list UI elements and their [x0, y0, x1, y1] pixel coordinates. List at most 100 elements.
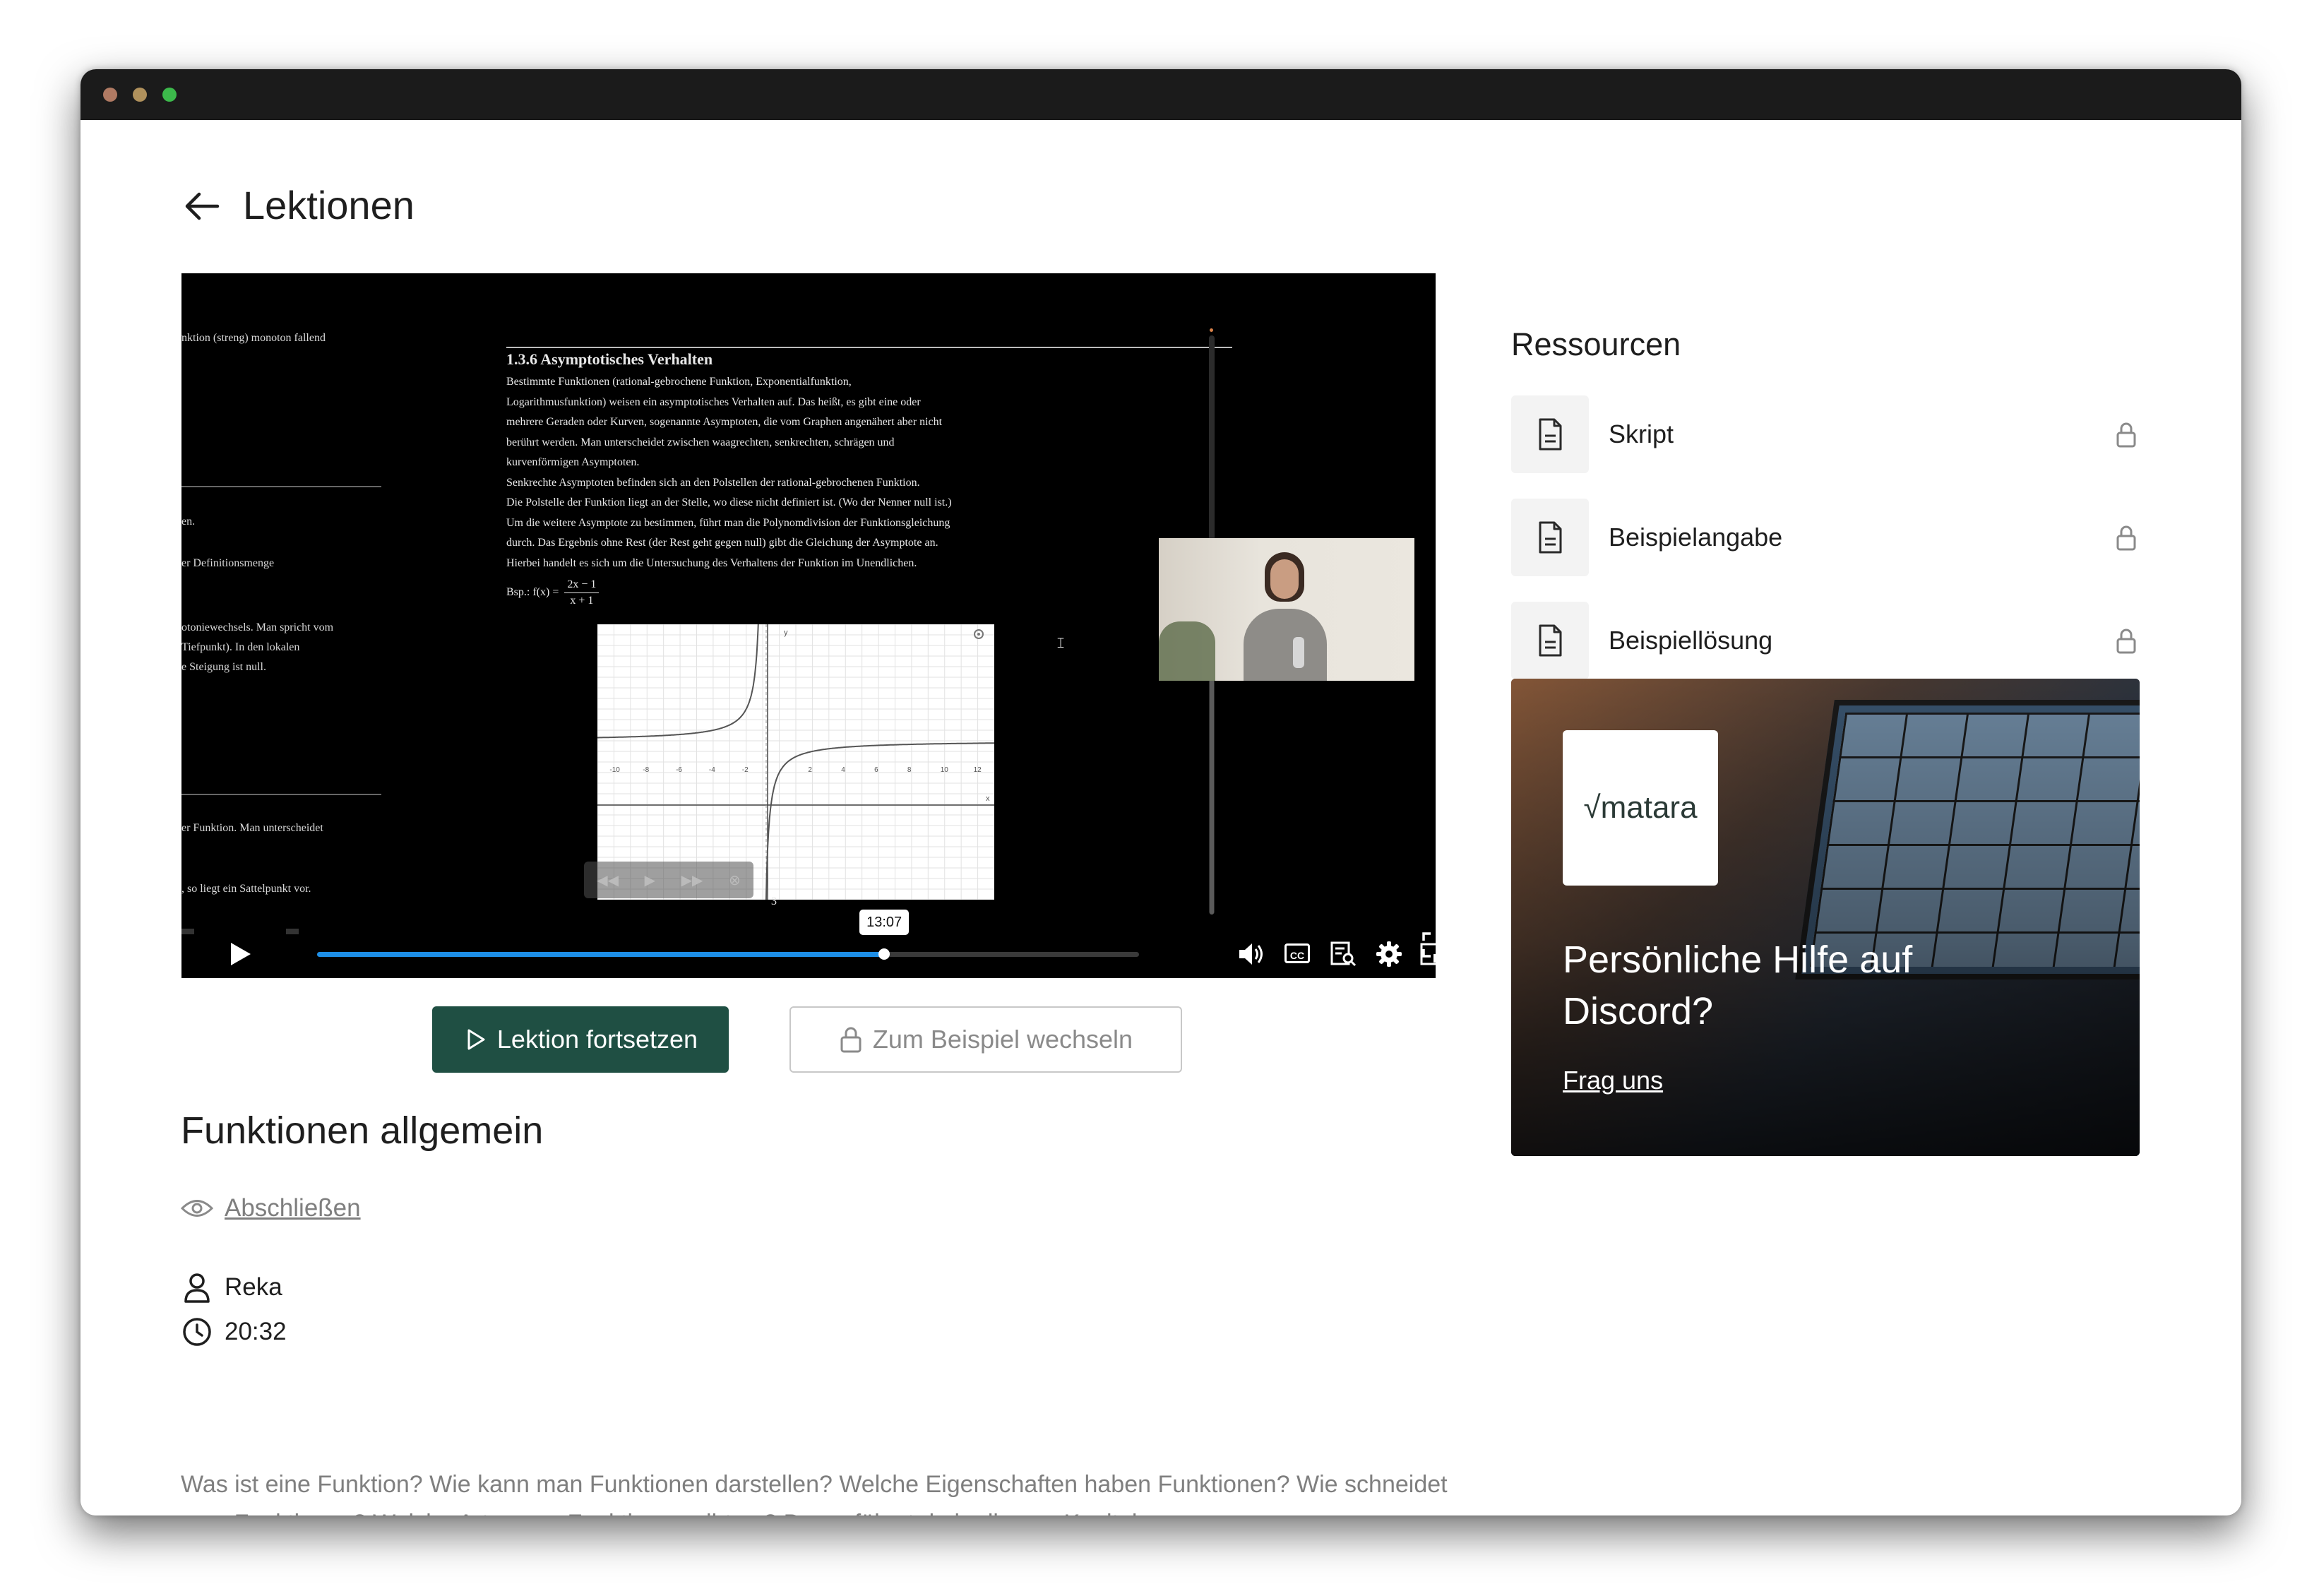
graph-tick-label: 2: [808, 766, 812, 774]
page-content: Lektionen nktion (streng) monoton fallen…: [81, 120, 2241, 1515]
lock-icon: [2116, 629, 2136, 654]
graph-tick-label: -4: [709, 766, 715, 774]
slide-fragment: , so liegt ein Sattelpunkt vor.: [181, 883, 311, 895]
slide-line: durch. Das Ergebnis ohne Rest (der Rest …: [506, 537, 938, 549]
slide-body: Bestimmte Funktionen (rational-gebrochen…: [506, 372, 952, 573]
fullscreen-icon[interactable]: [1421, 931, 1449, 959]
maximize-window-dot[interactable]: [162, 88, 177, 102]
graph-tick-label: 6: [874, 766, 878, 774]
ask-us-link[interactable]: Frag uns: [1563, 1066, 1663, 1095]
matara-logo: √matara: [1563, 730, 1718, 886]
progress-fill: [317, 952, 885, 957]
slide-fragment: en.: [181, 516, 196, 528]
slide-line: berührt werden. Man unterscheidet zwisch…: [506, 436, 895, 448]
continue-lesson-button[interactable]: Lektion fortsetzen: [432, 1006, 729, 1073]
example-fraction: 2x − 1 x + 1: [564, 577, 600, 609]
slide-line: mehrere Geraden oder Kurven, sogenannte …: [506, 416, 943, 428]
slide-line: Bestimmte Funktionen (rational-gebrochen…: [506, 376, 852, 388]
graph-tick-label: -6: [676, 766, 682, 774]
graph-tick-label: 4: [841, 766, 845, 774]
graph-tick-below: 3: [771, 895, 777, 907]
person-face: [1270, 559, 1299, 599]
slide-fragment: Tiefpunkt). In den lokalen: [181, 641, 300, 653]
continue-lesson-label: Lektion fortsetzen: [496, 1025, 698, 1054]
progress-thumb[interactable]: [878, 948, 890, 960]
page-title: Lektionen: [243, 183, 415, 227]
slide-heading: 1.3.6 Asymptotisches Verhalten: [506, 350, 713, 368]
complete-lesson-link[interactable]: Abschließen: [181, 1194, 361, 1222]
discord-promo-card[interactable]: √matara Persönliche Hilfe auf Discord? F…: [1511, 679, 2140, 1156]
document-icon: [1511, 499, 1589, 576]
slide-line: Logarithmusfunktion) weisen ein asymptot…: [506, 395, 921, 408]
window-titlebar: [81, 69, 2241, 120]
lesson-duration: 20:32: [181, 1316, 287, 1347]
minimize-window-dot[interactable]: [133, 88, 147, 102]
resource-item-skript[interactable]: Skript: [1511, 395, 2141, 473]
microphone: [1293, 637, 1304, 668]
slide-fragment: otoniewechsels. Man spricht vom: [181, 621, 334, 633]
promo-title: Persönliche Hilfe auf Discord?: [1563, 939, 1913, 1032]
clock-icon: [183, 1318, 211, 1346]
person-body: [1244, 609, 1327, 681]
document-icon: [1511, 602, 1589, 679]
slide-fragment: er Funktion. Man unterscheidet: [181, 822, 323, 834]
gear-icon[interactable]: [1375, 940, 1403, 968]
lesson-author: Reka: [181, 1272, 282, 1303]
graph-tick-label: 12: [974, 766, 982, 774]
lock-icon: [2116, 525, 2136, 551]
resources-heading: Ressourcen: [1511, 326, 1681, 362]
resource-label: Beispielangabe: [1609, 523, 1783, 552]
play-outline-icon: [467, 1029, 485, 1050]
graph-tick-label: 8: [907, 766, 912, 774]
lesson-description: Was ist eine Funktion? Wie kann man Funk…: [181, 1471, 1448, 1515]
graph-tick-label: -2: [742, 766, 749, 774]
graph-tick-label: -8: [643, 766, 649, 774]
switch-to-example-button[interactable]: Zum Beispiel wechseln: [789, 1006, 1182, 1073]
fast-forward-icon: ▶▶: [681, 872, 703, 888]
graph-axis-x-label: x: [986, 794, 990, 803]
rewind-icon: ◀◀: [597, 872, 619, 888]
slide-divider: [181, 794, 381, 795]
time-tooltip: 13:07: [859, 910, 910, 935]
function-graph: -10 -8 -6 -4 -2 2 4 6 8 10 12 y x: [597, 624, 994, 900]
slide-fragment: er Definitionsmenge: [181, 557, 275, 569]
plant: [1159, 621, 1215, 681]
resource-label: Beispiellösung: [1609, 626, 1773, 655]
webcam-overlay: [1159, 538, 1414, 681]
author-name: Reka: [225, 1273, 282, 1301]
browser-window: Lektionen nktion (streng) monoton fallen…: [81, 69, 2241, 1515]
example-numerator: 2x − 1: [564, 577, 600, 593]
back-button[interactable]: [181, 185, 223, 227]
play-icon[interactable]: [225, 940, 254, 968]
slide-fragment: nktion (streng) monoton fallend: [181, 332, 326, 344]
resource-item-beispielangabe[interactable]: Beispielangabe: [1511, 499, 2141, 576]
document-icon: [1511, 395, 1589, 473]
duration-value: 20:32: [225, 1318, 287, 1345]
slide-example: Bsp.: f(x) = 2x − 1 x + 1: [506, 577, 600, 609]
text-cursor-icon: 𝙸: [1056, 636, 1066, 651]
slide-playback-bar: ◀◀ ▶ ▶▶ ⊗: [584, 862, 753, 898]
graph-tick-label: 10: [941, 766, 949, 774]
arrow-left-icon: [185, 192, 220, 220]
slide-fragment: e Steigung ist null.: [181, 661, 266, 673]
transcript-icon[interactable]: [1329, 940, 1357, 968]
slide-line: Senkrechte Asymptoten befinden sich an d…: [506, 476, 920, 489]
example-denominator: x + 1: [570, 595, 594, 607]
video-player[interactable]: nktion (streng) monoton fallend en. er D…: [181, 273, 1436, 978]
scroll-marker: [1210, 328, 1213, 332]
slide-play-icon: ▶: [644, 872, 656, 888]
lock-icon: [840, 1027, 862, 1053]
slide-rule: [506, 347, 1232, 348]
lesson-title: Funktionen allgemein: [181, 1109, 544, 1152]
slide-line: Um die weitere Asymptote zu bestimmen, f…: [506, 516, 950, 529]
volume-icon[interactable]: [1236, 940, 1266, 968]
graph-tick-label: -10: [609, 766, 620, 774]
close-window-dot[interactable]: [103, 88, 117, 102]
control-edge: [181, 929, 194, 934]
resource-item-beispielloesung[interactable]: Beispiellösung: [1511, 602, 2141, 679]
complete-lesson-label: Abschließen: [225, 1194, 361, 1222]
example-prefix: Bsp.: f(x) =: [506, 586, 559, 599]
switch-to-example-label: Zum Beispiel wechseln: [872, 1025, 1133, 1054]
progress-bar[interactable]: [317, 948, 1139, 960]
captions-button[interactable]: CC: [1284, 943, 1310, 963]
